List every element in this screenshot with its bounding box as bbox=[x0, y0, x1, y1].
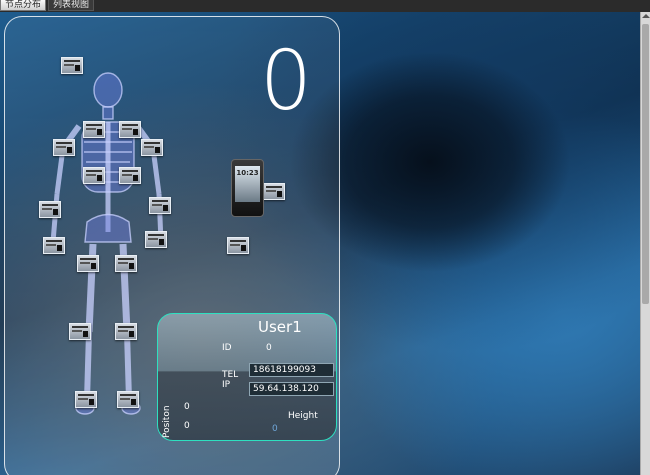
sensor-node-icon[interactable] bbox=[117, 391, 139, 408]
height-value: 0 bbox=[272, 424, 278, 434]
vertical-scrollbar[interactable] bbox=[640, 12, 650, 475]
tab-bar: 节点分布 列表视图 bbox=[0, 0, 650, 12]
ip-label: IP bbox=[222, 380, 231, 390]
main-stage: 0 10:23 User1 ID 0 TEL 18618199093 IP 59… bbox=[0, 12, 640, 475]
smartphone-icon[interactable]: 10:23 bbox=[231, 159, 264, 217]
sensor-node-icon[interactable] bbox=[83, 121, 105, 138]
sensor-node-icon[interactable] bbox=[75, 391, 97, 408]
count-display: 0 bbox=[259, 34, 313, 129]
height-label: Height bbox=[288, 411, 318, 421]
position-label: Positon bbox=[162, 405, 172, 438]
ip-field[interactable]: 59.64.138.120 bbox=[249, 382, 334, 396]
scroll-up-icon[interactable] bbox=[642, 14, 650, 18]
sensor-node-icon[interactable] bbox=[227, 237, 249, 254]
main-panel: 0 10:23 User1 ID 0 TEL 18618199093 IP 59… bbox=[4, 16, 340, 475]
sensor-node-icon[interactable] bbox=[77, 255, 99, 272]
user-name: User1 bbox=[258, 318, 302, 336]
sensor-node-icon[interactable] bbox=[145, 231, 167, 248]
sensor-node-icon[interactable] bbox=[119, 121, 141, 138]
phone-clock: 10:23 bbox=[236, 169, 259, 177]
sensor-node-icon[interactable] bbox=[43, 237, 65, 254]
sensor-node-icon[interactable] bbox=[115, 323, 137, 340]
sensor-node-icon[interactable] bbox=[149, 197, 171, 214]
user-info-card[interactable]: User1 ID 0 TEL 18618199093 IP 59.64.138.… bbox=[157, 313, 337, 441]
sensor-node-icon[interactable] bbox=[53, 139, 75, 156]
tab-list-view[interactable]: 列表视图 bbox=[48, 0, 95, 11]
tel-field[interactable]: 18618199093 bbox=[249, 363, 334, 377]
id-value: 0 bbox=[266, 343, 272, 353]
sensor-node-icon[interactable] bbox=[69, 323, 91, 340]
sensor-node-icon[interactable] bbox=[39, 201, 61, 218]
sensor-node-icon[interactable] bbox=[119, 167, 141, 184]
sensor-node-icon[interactable] bbox=[83, 167, 105, 184]
id-label: ID bbox=[222, 343, 232, 353]
sensor-node-icon[interactable] bbox=[61, 57, 83, 74]
sensor-node-icon[interactable] bbox=[263, 183, 285, 200]
tab-node-distribution[interactable]: 节点分布 bbox=[0, 0, 47, 11]
position-y-value: 0 bbox=[184, 421, 190, 431]
sensor-node-icon[interactable] bbox=[141, 139, 163, 156]
scroll-thumb[interactable] bbox=[642, 24, 649, 304]
sensor-node-icon[interactable] bbox=[115, 255, 137, 272]
position-x-value: 0 bbox=[184, 402, 190, 412]
tel-label: TEL bbox=[222, 370, 239, 380]
